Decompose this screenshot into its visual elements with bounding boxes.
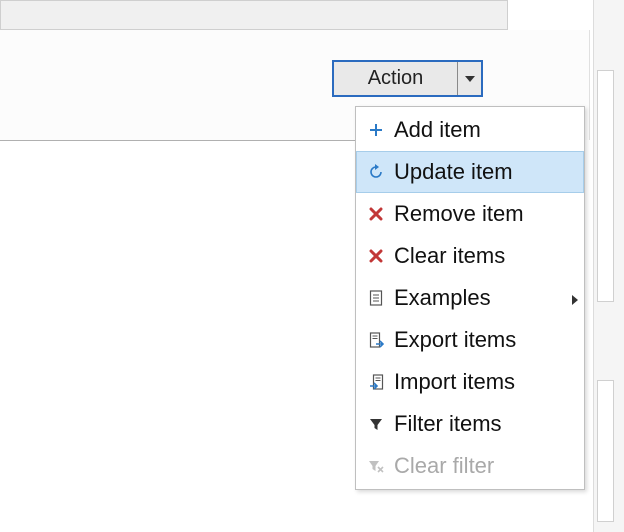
import-icon [362,374,390,390]
action-button-main[interactable]: Action [334,62,458,95]
clear-x-icon [362,249,390,263]
background-divider [0,140,355,141]
menu-item-import-items[interactable]: Import items [356,361,584,403]
plus-icon [362,122,390,138]
funnel-clear-icon [362,459,390,473]
menu-item-label: Add item [390,117,481,143]
menu-item-remove-item[interactable]: Remove item [356,193,584,235]
menu-item-label: Filter items [390,411,502,437]
action-split-button[interactable]: Action [332,60,483,97]
background-panel [597,380,614,522]
menu-item-update-item[interactable]: Update item [356,151,584,193]
menu-item-label: Examples [390,285,491,311]
chevron-right-icon [572,285,578,311]
menu-item-label: Clear items [390,243,505,269]
menu-item-label: Clear filter [390,453,494,479]
menu-item-clear-filter: Clear filter [356,445,584,487]
menu-item-label: Export items [390,327,516,353]
action-button-label: Action [368,67,424,90]
menu-item-label: Remove item [390,201,524,227]
export-icon [362,332,390,348]
chevron-down-icon [465,76,475,82]
funnel-icon [362,417,390,431]
document-icon [362,290,390,306]
menu-item-label: Update item [390,159,513,185]
menu-item-filter-items[interactable]: Filter items [356,403,584,445]
menu-item-export-items[interactable]: Export items [356,319,584,361]
action-dropdown-menu: Add item Update item Remove item Clear i… [355,106,585,490]
remove-x-icon [362,207,390,221]
menu-item-clear-items[interactable]: Clear items [356,235,584,277]
background-panel [0,0,508,30]
menu-item-label: Import items [390,369,515,395]
background-panel [597,70,614,302]
menu-item-examples[interactable]: Examples [356,277,584,319]
refresh-icon [362,164,390,180]
action-button-dropdown[interactable] [458,62,481,95]
menu-item-add-item[interactable]: Add item [356,109,584,151]
